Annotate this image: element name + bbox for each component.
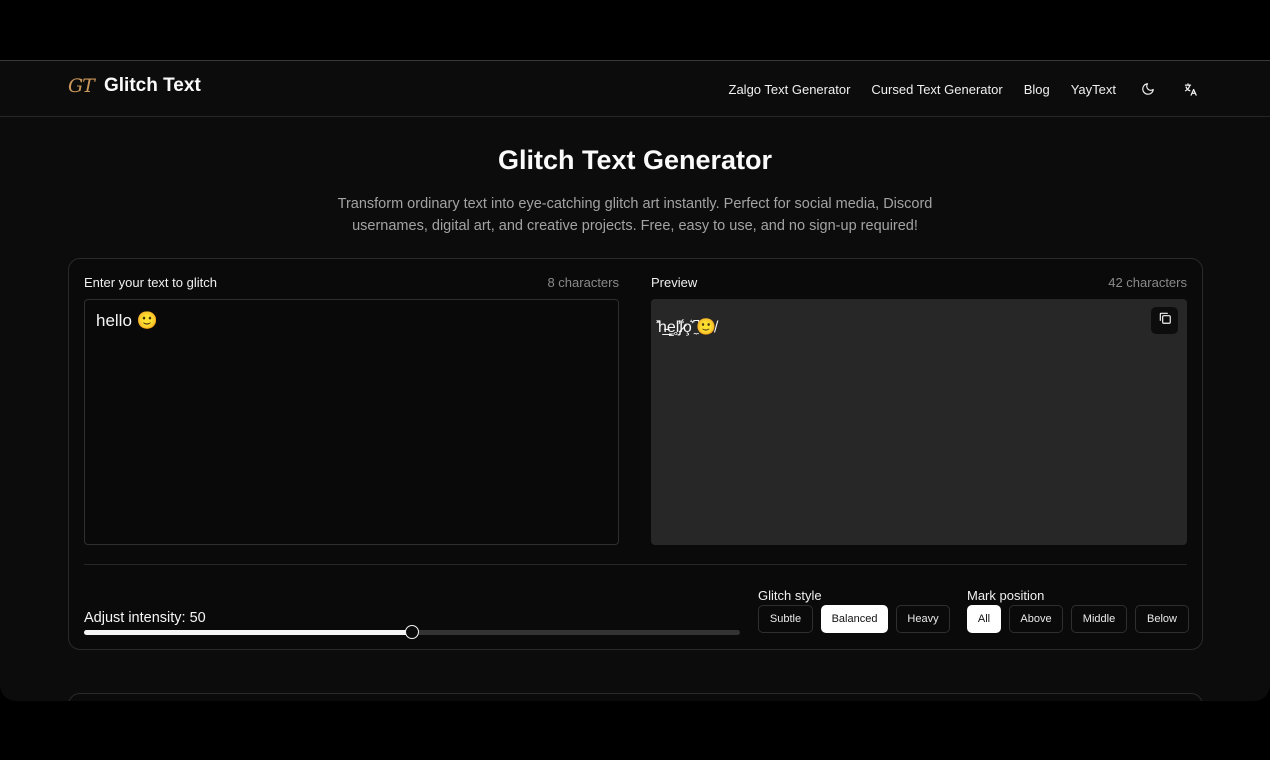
copy-button[interactable]	[1151, 307, 1178, 334]
position-option-all[interactable]: All	[967, 605, 1001, 633]
nav: Zalgo Text Generator Cursed Text Generat…	[708, 79, 1200, 99]
position-option-middle[interactable]: Middle	[1071, 605, 1127, 633]
glitch-style-options: Subtle Balanced Heavy	[758, 605, 958, 633]
brand[interactable]: GT Glitch Text	[68, 75, 201, 97]
input-char-count: 8 characters	[547, 275, 619, 290]
intensity-label: Adjust intensity: 50	[84, 610, 206, 626]
style-option-heavy[interactable]: Heavy	[896, 605, 950, 633]
app-window: GT Glitch Text Zalgo Text Generator Curs…	[0, 60, 1270, 701]
preview-char-count: 42 characters	[1108, 275, 1187, 290]
nav-link-cursed[interactable]: Cursed Text Generator	[871, 82, 1002, 97]
mark-position-label: Mark position	[967, 588, 1045, 603]
divider	[84, 564, 1187, 565]
nav-link-zalgo[interactable]: Zalgo Text Generator	[729, 82, 851, 97]
preview-output: ̽h̵̲e̳̥l̡̓l̷̾o̧͛ ̼͆🙂̸	[651, 299, 1187, 545]
nav-link-blog[interactable]: Blog	[1024, 82, 1050, 97]
page-subtitle: Transform ordinary text into eye-catchin…	[337, 196, 933, 234]
generator-card: Enter your text to glitch 8 characters h…	[68, 258, 1203, 650]
position-option-below[interactable]: Below	[1135, 605, 1189, 633]
page-title: Glitch Text Generator	[497, 145, 773, 175]
input-label: Enter your text to glitch	[84, 275, 217, 290]
copy-icon	[1158, 311, 1172, 330]
slider-thumb[interactable]	[405, 625, 419, 639]
slider-fill	[84, 630, 412, 635]
position-option-above[interactable]: Above	[1009, 605, 1063, 633]
moon-icon[interactable]	[1138, 79, 1158, 99]
intensity-slider[interactable]	[84, 625, 740, 639]
preview-text: ̽h̵̲e̳̥l̡̓l̷̾o̧͛ ̼͆🙂̸	[658, 319, 717, 336]
translate-icon[interactable]	[1180, 79, 1200, 99]
glitch-style-label: Glitch style	[758, 588, 822, 603]
header: GT Glitch Text Zalgo Text Generator Curs…	[0, 61, 1270, 117]
text-input[interactable]: hello 🙂	[84, 299, 619, 545]
secondary-card	[68, 693, 1203, 701]
style-option-balanced[interactable]: Balanced	[821, 605, 888, 633]
mark-position-options: All Above Middle Below	[967, 605, 1197, 633]
style-option-subtle[interactable]: Subtle	[758, 605, 813, 633]
preview-label: Preview	[651, 275, 698, 290]
nav-link-yaytext[interactable]: YayText	[1071, 82, 1116, 97]
logo: GT	[68, 75, 95, 97]
brand-name: Glitch Text	[104, 75, 201, 96]
